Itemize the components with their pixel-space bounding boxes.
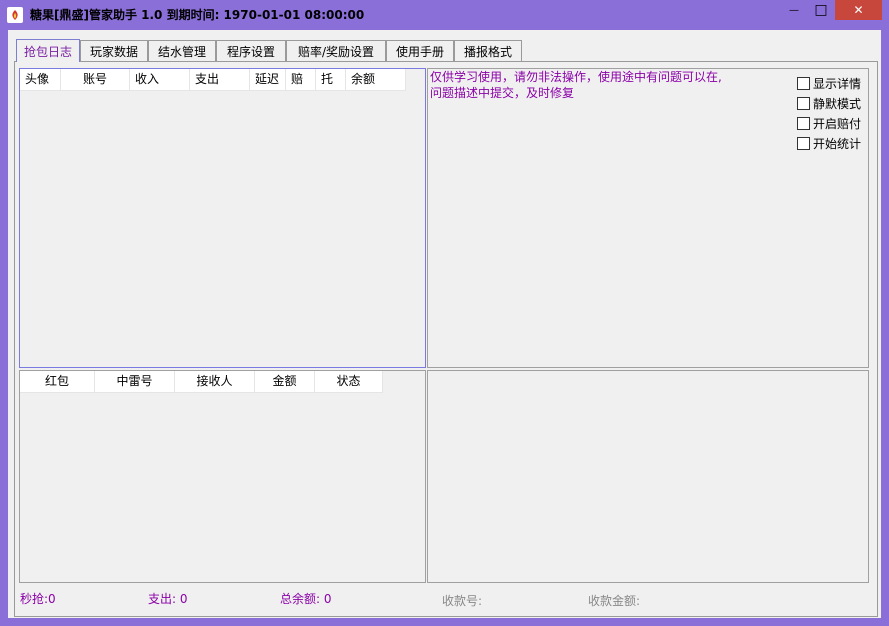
col-receiver[interactable]: 接收人 [175, 371, 255, 392]
col-delay[interactable]: 延迟 [250, 69, 286, 90]
total-value: 0 [323, 592, 332, 606]
option-start-stats[interactable]: 开始统计 [797, 133, 861, 153]
checkbox[interactable] [797, 136, 810, 150]
seckill-value: 0 [48, 592, 56, 606]
tab-label: 抢包日志 [23, 44, 72, 59]
col-shill[interactable]: 托 [316, 69, 346, 90]
status-total: 总余额: 0 [280, 590, 332, 607]
tab-odds-settings[interactable]: 赔率/奖励设置 [286, 40, 386, 61]
packet-table-header: 红包 中雷号 接收人 金额 状态 [20, 371, 383, 393]
tab-broadcast-format[interactable]: 播报格式 [454, 40, 522, 61]
packet-table[interactable]: 红包 中雷号 接收人 金额 状态 [19, 370, 426, 583]
option-label: 开始统计 [813, 136, 862, 151]
tab-label: 赔率/奖励设置 [297, 44, 375, 59]
status-seckill: 秒抢:0 [20, 590, 56, 607]
tab-manual[interactable]: 使用手册 [386, 40, 454, 61]
option-label: 显示详情 [813, 76, 862, 91]
close-button[interactable]: ✕ [835, 0, 882, 20]
col-payout[interactable]: 赔 [286, 69, 316, 90]
detail-panel [427, 370, 869, 583]
tab-settlement[interactable]: 结水管理 [148, 40, 216, 61]
checkbox[interactable] [797, 96, 810, 110]
col-mine-number[interactable]: 中雷号 [95, 371, 175, 392]
col-balance[interactable]: 余额 [346, 69, 406, 90]
client-area: 抢包日志 玩家数据 结水管理 程序设置 赔率/奖励设置 使用手册 播报格式 头像… [8, 30, 881, 618]
option-show-details[interactable]: 显示详情 [797, 73, 861, 93]
tab-label: 播报格式 [463, 44, 512, 59]
options-group: 显示详情 静默模式 开启赔付 开始统计 [797, 73, 861, 153]
info-panel: 仅供学习使用，请勿非法操作，使用途中有问题可以在, 问题描述中提交，及时修复 显… [427, 68, 869, 368]
tab-label: 玩家数据 [89, 44, 138, 59]
spend-value: 0 [179, 592, 188, 606]
minimize-icon: — [789, 4, 799, 16]
option-label: 静默模式 [813, 96, 862, 111]
total-label: 总余额: [280, 592, 321, 606]
col-account[interactable]: 账号 [61, 69, 130, 90]
option-silent-mode[interactable]: 静默模式 [797, 93, 861, 113]
col-income[interactable]: 收入 [130, 69, 190, 90]
notice-line-2: 问题描述中提交，及时修复 [430, 86, 575, 100]
app-logo-icon [7, 7, 23, 23]
app-window: 糖果[鼎盛]管家助手 1.0 到期时间: 1970-01-01 08:00:00… [0, 0, 889, 626]
status-account: 收款号: [442, 592, 482, 609]
option-label: 开启赔付 [813, 116, 862, 131]
maximize-icon: □ [814, 2, 828, 18]
notice-line-1: 仅供学习使用，请勿非法操作，使用途中有问题可以在, [430, 70, 722, 84]
close-icon: ✕ [853, 3, 864, 17]
title-bar[interactable]: 糖果[鼎盛]管家助手 1.0 到期时间: 1970-01-01 08:00:00… [0, 0, 889, 30]
checkbox[interactable] [797, 76, 810, 90]
seckill-label: 秒抢: [20, 592, 49, 606]
status-spend: 支出: 0 [148, 590, 188, 607]
grab-log-table[interactable]: 头像 账号 收入 支出 延迟 赔 托 余额 [19, 68, 426, 368]
tab-program-settings[interactable]: 程序设置 [216, 40, 286, 61]
tab-content: 头像 账号 收入 支出 延迟 赔 托 余额 仅供学习使用，请勿非法操作，使用途中… [14, 61, 878, 617]
col-avatar[interactable]: 头像 [20, 69, 61, 90]
account-label: 收款号: [442, 594, 483, 608]
window-title: 糖果[鼎盛]管家助手 1.0 到期时间: 1970-01-01 08:00:00 [30, 8, 365, 22]
tab-label: 程序设置 [226, 44, 275, 59]
col-red-packet[interactable]: 红包 [20, 371, 95, 392]
col-amount[interactable]: 金额 [255, 371, 315, 392]
tab-grab-log[interactable]: 抢包日志 [16, 39, 80, 62]
tab-player-data[interactable]: 玩家数据 [80, 40, 148, 61]
option-enable-payout[interactable]: 开启赔付 [797, 113, 861, 133]
tab-label: 使用手册 [395, 44, 444, 59]
col-expense[interactable]: 支出 [190, 69, 250, 90]
col-status[interactable]: 状态 [315, 371, 383, 392]
status-amount: 收款金额: [588, 592, 640, 609]
notice-text: 仅供学习使用，请勿非法操作，使用途中有问题可以在, 问题描述中提交，及时修复 [430, 69, 722, 101]
tab-label: 结水管理 [157, 44, 206, 59]
amount-label: 收款金额: [588, 594, 641, 608]
minimize-button[interactable]: — [781, 0, 807, 20]
log-table-header: 头像 账号 收入 支出 延迟 赔 托 余额 [20, 69, 406, 91]
checkbox[interactable] [797, 116, 810, 130]
maximize-button[interactable]: □ [807, 0, 835, 20]
spend-label: 支出: [148, 592, 177, 606]
